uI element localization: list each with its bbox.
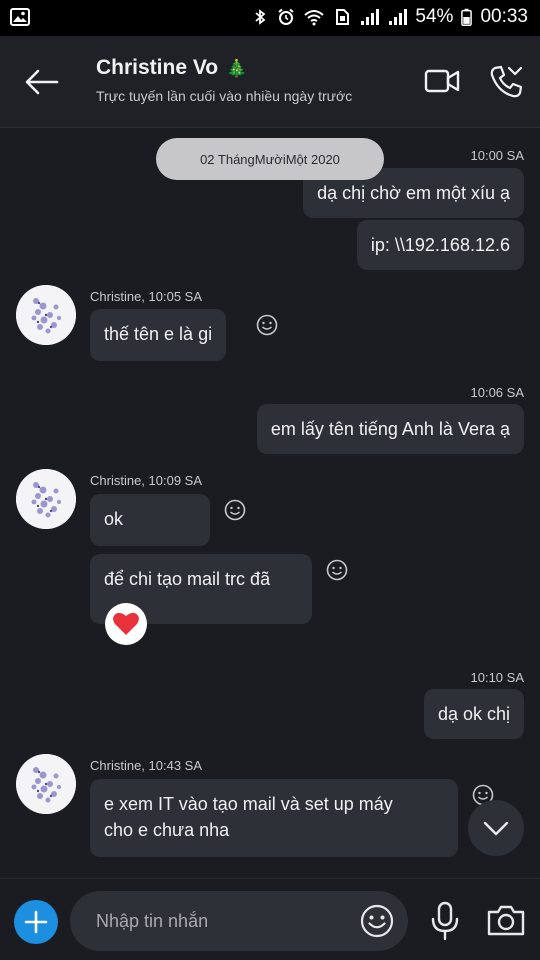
- message-input[interactable]: [96, 903, 356, 939]
- avatar-image: [16, 469, 76, 529]
- avatar[interactable]: [16, 469, 76, 529]
- bluetooth-icon: [255, 9, 266, 25]
- video-call-icon[interactable]: [424, 68, 460, 94]
- contact-status: Trực tuyến lần cuối vào nhiều ngày trước: [96, 88, 353, 104]
- emoji-picker-icon[interactable]: [360, 904, 394, 938]
- heart-reaction[interactable]: [105, 603, 147, 645]
- heart-icon: [113, 612, 139, 635]
- react-emoji-icon[interactable]: [224, 499, 246, 521]
- camera-icon[interactable]: [486, 903, 526, 937]
- message-text: e xem IT vào tạo mail và set up máy: [104, 794, 393, 814]
- react-emoji-icon[interactable]: [326, 559, 348, 581]
- wifi-icon: [304, 10, 325, 26]
- sender-label: Christine, 10:43 SA: [90, 758, 203, 773]
- outgoing-message[interactable]: em lấy tên tiếng Anh là Vera ạ: [256, 404, 524, 454]
- incoming-message[interactable]: e xem IT vào tạo mail và set up máy cho …: [90, 779, 458, 857]
- message-timestamp: 10:06 SA: [470, 385, 525, 400]
- christmas-tree-icon: 🎄: [226, 59, 248, 78]
- sender-label: Christine, 10:05 SA: [90, 289, 203, 304]
- message-text: để chi tạo mail trc đã: [104, 569, 271, 589]
- outgoing-message[interactable]: ip: \\192.168.12.6: [356, 220, 524, 270]
- message-text: cho e chưa nha: [104, 820, 230, 840]
- avatar[interactable]: [16, 754, 76, 814]
- back-arrow-icon[interactable]: [22, 62, 62, 102]
- avatar-image: [16, 285, 76, 345]
- battery-icon: [461, 8, 473, 26]
- message-list[interactable]: 10:00 SA dạ chị chờ em một xíu ạ 02 Thán…: [0, 128, 540, 878]
- message-text: ip: \\192.168.12.6: [370, 235, 510, 255]
- message-text: dạ ok chị: [437, 704, 510, 724]
- react-emoji-icon[interactable]: [256, 314, 278, 336]
- incoming-message[interactable]: ok: [90, 494, 210, 546]
- message-text: dạ chị chờ em một xíu ạ: [317, 183, 510, 203]
- signal-icon: [389, 9, 408, 25]
- message-text: thế tên e là gi: [104, 324, 213, 344]
- signal-icon: [361, 9, 380, 25]
- message-text: ok: [104, 509, 124, 529]
- plus-icon: [24, 910, 48, 934]
- outgoing-message[interactable]: dạ ok chị: [423, 689, 524, 739]
- add-button[interactable]: [14, 900, 58, 944]
- status-bar: 54% 00:33: [0, 0, 540, 36]
- scroll-to-bottom-button[interactable]: [468, 800, 524, 856]
- gallery-icon: [10, 8, 30, 26]
- alarm-icon: [278, 8, 295, 25]
- composer-bar: [0, 878, 540, 960]
- message-input-container: [70, 891, 408, 951]
- clock: 00:33: [480, 6, 528, 27]
- sender-label: Christine, 10:09 SA: [90, 473, 203, 488]
- avatar-image: [16, 754, 76, 814]
- chevron-down-icon: [483, 821, 509, 836]
- message-text: em lấy tên tiếng Anh là Vera ạ: [270, 419, 510, 439]
- microphone-icon[interactable]: [428, 901, 462, 941]
- contact-name[interactable]: Christine Vo 🎄: [96, 56, 247, 80]
- battery-percent: 54%: [415, 6, 454, 27]
- avatar[interactable]: [16, 285, 76, 345]
- message-timestamp: 10:00 SA: [470, 148, 525, 163]
- date-divider: 02 ThángMườiMột 2020: [156, 138, 384, 180]
- contact-name-text: Christine Vo: [96, 56, 219, 79]
- sim-icon: [336, 9, 350, 25]
- phone-call-icon[interactable]: [488, 64, 524, 100]
- chat-header: Christine Vo 🎄 Trực tuyến lần cuối vào nh…: [0, 36, 540, 128]
- incoming-message[interactable]: thế tên e là gi: [90, 309, 227, 361]
- message-timestamp: 10:10 SA: [470, 670, 525, 685]
